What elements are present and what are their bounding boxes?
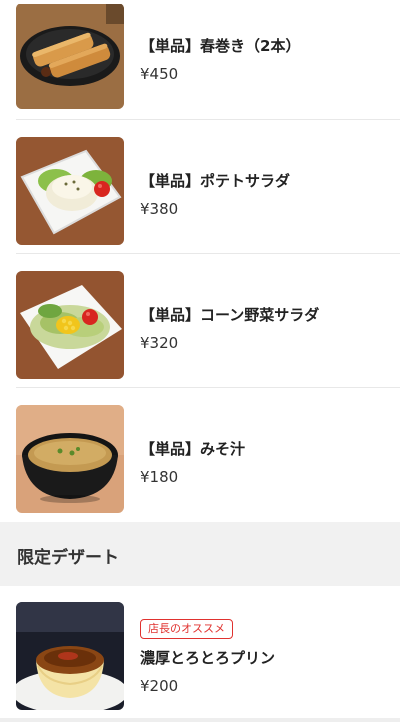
item-info: 【単品】みそ汁 ¥180 xyxy=(140,439,388,487)
item-price: ¥450 xyxy=(140,65,179,83)
menu-item-miso-soup[interactable]: 【単品】みそ汁 ¥180 xyxy=(0,388,400,522)
item-info: 【単品】コーン野菜サラダ ¥320 xyxy=(140,305,388,353)
item-name: 【単品】春巻き（2本） xyxy=(140,37,301,55)
recommend-badge: 店長のオススメ xyxy=(140,619,233,639)
item-price: ¥180 xyxy=(140,468,179,486)
item-price: ¥320 xyxy=(140,334,179,352)
menu-item-pudding[interactable]: 店長のオススメ 濃厚とろとろプリン ¥200 xyxy=(0,586,400,722)
section-title: 限定デザート xyxy=(17,548,119,568)
menu-item-spring-rolls[interactable]: 【単品】春巻き（2本） ¥450 xyxy=(0,0,400,120)
corn-salad-photo xyxy=(16,271,124,379)
item-info: 【単品】春巻き（2本） ¥450 xyxy=(140,36,388,84)
menu-item-corn-salad[interactable]: 【単品】コーン野菜サラダ ¥320 xyxy=(0,254,400,388)
section-header-limited-dessert: 限定デザート xyxy=(0,522,400,586)
item-name: 【単品】ポテトサラダ xyxy=(140,172,291,190)
item-price: ¥200 xyxy=(140,677,179,695)
potato-salad-photo xyxy=(16,137,124,245)
spring-rolls-photo xyxy=(16,3,124,109)
bottom-divider xyxy=(0,718,400,722)
pudding-photo xyxy=(16,602,124,710)
miso-soup-photo xyxy=(16,405,124,513)
item-info: 【単品】ポテトサラダ ¥380 xyxy=(140,171,388,219)
item-name: 【単品】みそ汁 xyxy=(140,440,246,458)
item-name: 【単品】コーン野菜サラダ xyxy=(140,306,320,324)
menu-item-potato-salad[interactable]: 【単品】ポテトサラダ ¥380 xyxy=(0,120,400,254)
item-price: ¥380 xyxy=(140,200,179,218)
item-info: 店長のオススメ 濃厚とろとろプリン ¥200 xyxy=(140,617,388,696)
item-name: 濃厚とろとろプリン xyxy=(140,649,276,667)
